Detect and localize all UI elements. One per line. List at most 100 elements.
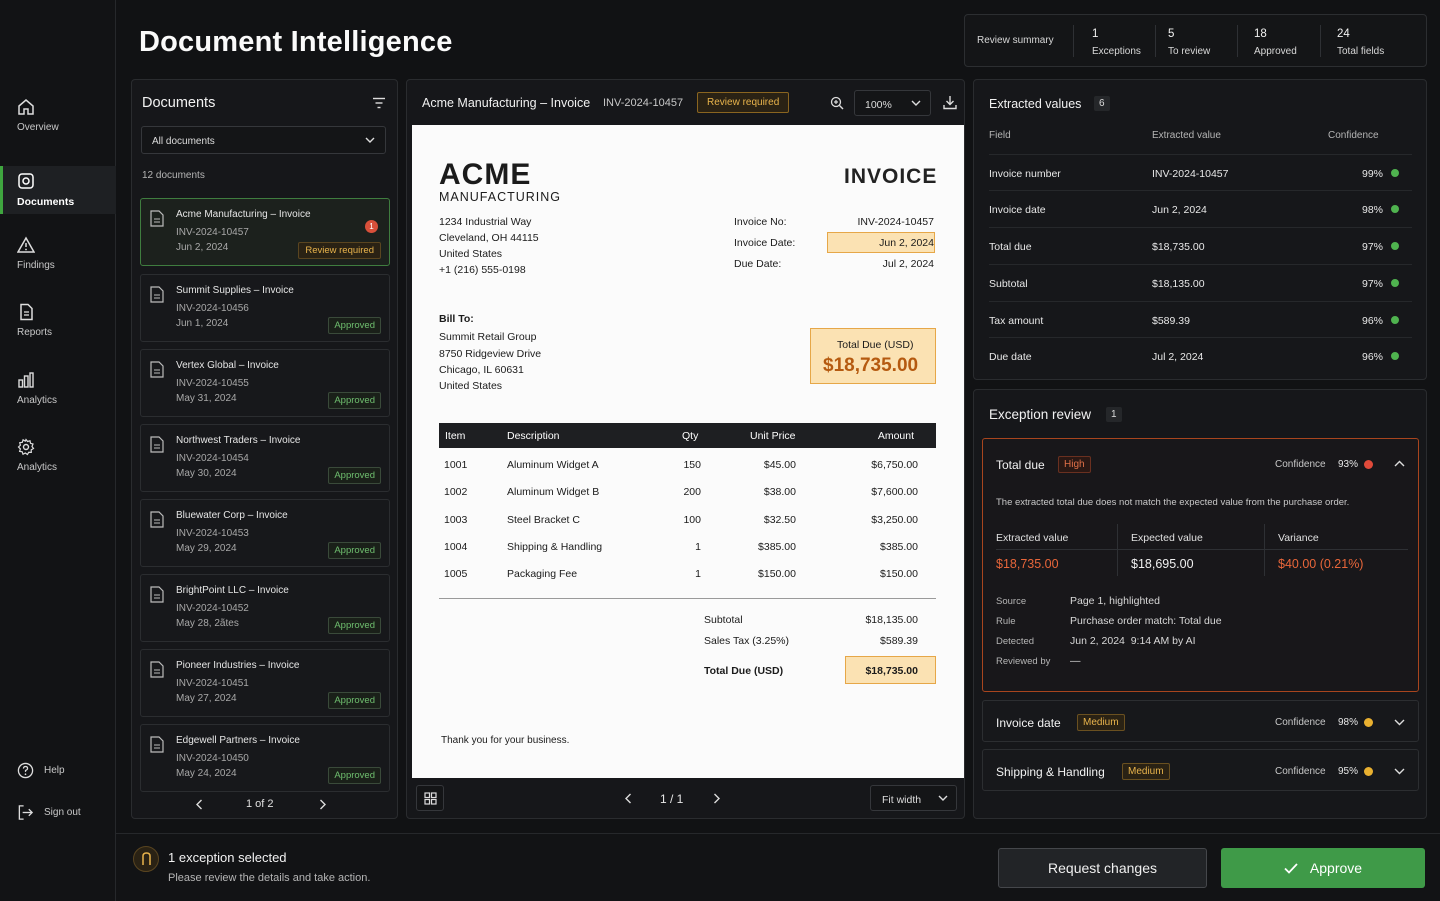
summary-label: Review summary [977,35,1054,46]
next-page-icon[interactable] [713,793,721,804]
documents-filter-select[interactable]: All documents [141,126,386,154]
document-date: Jun 1, 2024 [176,318,229,329]
thumbnails-button[interactable] [416,785,444,811]
zoom-in-icon[interactable] [830,96,844,110]
field-value: $18,135.00 [1152,278,1205,290]
selection-status: 1 exception selected [168,850,287,865]
request-changes-button[interactable]: Request changes [998,848,1207,888]
bill-to-line: Chicago, IL 60631 [439,364,524,376]
chevron-down-icon[interactable] [1394,768,1405,775]
detail-label: Reviewed by [996,656,1051,667]
document-icon [150,586,164,603]
sidebar-item-label: Documents [17,196,75,208]
button-label: Approve [1309,860,1363,876]
exception-card-invoice-date[interactable]: Invoice date Medium Confidence 98% [982,700,1419,742]
chevron-right-icon[interactable] [319,799,327,810]
column-header: Amount [877,430,914,442]
filter-icon[interactable] [372,97,386,109]
confidence-label: Confidence [1275,717,1326,728]
extracted-row[interactable]: Invoice date Jun 2, 2024 98% [989,190,1412,227]
detail-value: — [1070,655,1081,667]
download-icon[interactable] [943,95,957,110]
status-badge: Approved [328,767,381,784]
highlight-total-box[interactable]: Total Due (USD) $18,735.00 [810,328,936,384]
exception-field: Total due [996,458,1045,472]
zoom-select[interactable]: 100% [854,90,931,116]
meta-value: INV-2024-10457 [857,216,934,228]
fit-select[interactable]: Fit width [870,785,957,811]
sign-out-label: Sign out [44,807,81,818]
sidebar-item-documents[interactable]: Documents [0,166,116,214]
extracted-row[interactable]: Tax amount $589.39 96% [989,301,1412,338]
exception-message: The extracted total due does not match t… [996,497,1350,508]
document-card[interactable]: Bluewater Corp – Invoice INV-2024-10453 … [140,499,390,567]
document-card[interactable]: Edgewell Partners – Invoice INV-2024-104… [140,724,390,792]
chevron-left-icon[interactable] [195,799,203,810]
stat-label: To review [1168,46,1211,57]
documents-pager: 1 of 2 [246,798,274,810]
total-value: $18,735.00 [865,665,918,677]
cell-description: Shipping & Handling [507,541,603,553]
document-card[interactable]: Vertex Global – Invoice INV-2024-10455 M… [140,349,390,417]
variance-label: Variance [1278,532,1319,544]
stat-to-review[interactable]: 5 To review [1168,28,1210,79]
chevron-down-icon [938,795,948,801]
exception-count: 1 [1106,407,1122,422]
cell-item: 1002 [444,486,468,498]
document-date: May 27, 2024 [176,693,237,704]
extracted-row[interactable]: Subtotal $18,135.00 97% [989,264,1412,301]
cell-qty: 1 [695,568,701,580]
extracted-row[interactable]: Invoice number INV-2024-10457 99% [989,154,1412,191]
prev-page-icon[interactable] [624,793,632,804]
cell-item: 1005 [444,568,468,580]
column-header: Extracted value [1152,130,1221,141]
fit-value: Fit width [882,794,922,806]
cell-unit-price: $32.50 [763,514,796,526]
button-label: Request changes [1048,860,1157,876]
stat-total-fields[interactable]: 24 Total fields [1337,28,1384,79]
extracted-count: 6 [1094,96,1110,111]
document-card[interactable]: BrightPoint LLC – Invoice INV-2024-10452… [140,574,390,642]
severity-badge: High [1058,456,1091,473]
stat-approved[interactable]: 18 Approved [1254,28,1297,79]
help-link[interactable]: Help [17,762,65,779]
cell-amount: $385.00 [880,541,918,553]
sidebar-item-settings[interactable]: Analytics [0,438,116,486]
document-card[interactable]: Northwest Traders – Invoice INV-2024-104… [140,424,390,492]
chevron-up-icon[interactable] [1394,460,1405,467]
document-card[interactable]: Summit Supplies – Invoice INV-2024-10456… [140,274,390,342]
stat-exceptions[interactable]: 1 Exceptions [1092,28,1141,79]
expected-value-label: Expected value [1131,532,1203,544]
sidebar-item-overview[interactable]: Overview [0,98,116,146]
sidebar-item-findings[interactable]: Findings [0,236,116,284]
stat-label: Approved [1254,46,1297,57]
detail-label: Rule [996,616,1016,627]
confidence-dot [1391,279,1399,287]
cell-amount: $150.00 [880,568,918,580]
confidence-value: 98% [1361,204,1383,216]
document-number: INV-2024-10451 [176,678,249,689]
approve-button[interactable]: Approve [1221,848,1425,888]
document-card[interactable]: Acme Manufacturing – Invoice INV-2024-10… [140,198,390,266]
document-date: May 31, 2024 [176,393,237,404]
document-card[interactable]: Pioneer Industries – Invoice INV-2024-10… [140,649,390,717]
confidence-value: 93% [1338,459,1359,470]
extracted-row[interactable]: Total due $18,735.00 97% [989,227,1412,264]
filter-value: All documents [152,136,215,147]
document-date: Jun 2, 2024 [176,242,229,253]
column-header: Qty [682,430,699,442]
exception-card-total-due[interactable]: Total due High Confidence 93% The extrac… [982,438,1419,692]
sidebar-item-analytics[interactable]: Analytics [0,371,116,419]
confidence-label: Confidence [1275,766,1326,777]
cell-unit-price: $150.00 [758,568,796,580]
status-badge: Approved [328,617,381,634]
sidebar-item-reports[interactable]: Reports [0,303,116,351]
invoice-company: ACME [439,158,532,191]
extracted-row[interactable]: Due date Jul 2, 2024 96% [989,337,1412,374]
sidebar: Overview Documents Findings Reports Anal… [0,0,116,901]
sign-out-link[interactable]: Sign out [17,804,81,821]
extracted-title: Extracted values [989,97,1082,111]
exception-card-shipping[interactable]: Shipping & Handling Medium Confidence 95… [982,749,1419,791]
variance-value: $40.00 (0.21%) [1278,557,1364,571]
chevron-down-icon[interactable] [1394,719,1405,726]
